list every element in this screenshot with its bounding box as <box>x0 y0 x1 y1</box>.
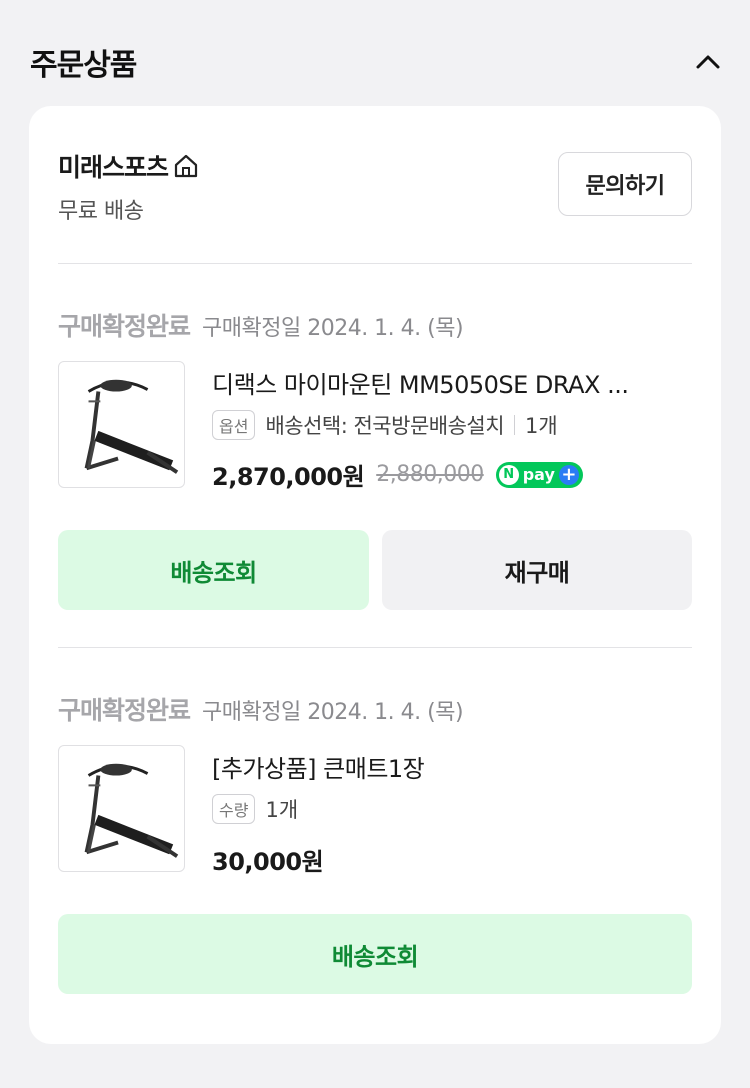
quantity: 1개 <box>525 414 558 438</box>
divider <box>58 647 692 648</box>
track-delivery-button[interactable]: 배송조회 <box>58 530 369 610</box>
order-status-row: 구매확정완료 구매확정일 2024. 1. 4. (목) <box>58 307 464 343</box>
npay-plus-icon: + <box>558 464 579 485</box>
order-status: 구매확정완료 <box>58 312 191 341</box>
price-row: 2,870,000원 2,880,000 N pay + <box>212 457 583 492</box>
original-price: 2,880,000 <box>376 462 484 487</box>
product-name[interactable]: [추가상품] 큰매트1장 <box>212 749 692 784</box>
section-title: 주문상품 <box>30 48 137 83</box>
npay-word: pay <box>522 465 555 484</box>
shipping-info: 무료 배송 <box>58 199 144 224</box>
chevron-up-icon <box>696 55 720 69</box>
option-text: 배송선택: 전국방문배송설치 <box>265 414 505 438</box>
home-icon[interactable] <box>173 153 199 179</box>
option-tag: 옵션 <box>212 410 256 440</box>
confirm-date: 구매확정일 2024. 1. 4. (목) <box>202 700 464 725</box>
order-status: 구매확정완료 <box>58 696 191 725</box>
npay-n-icon: N <box>498 464 519 485</box>
product-name[interactable]: 디랙스 마이마운틴 MM5050SE DRAX ... <box>212 365 692 400</box>
seller-row: 미래스포츠 <box>58 148 199 184</box>
quantity: 1개 <box>265 798 299 822</box>
inquiry-button[interactable]: 문의하기 <box>558 152 692 216</box>
option-row: 옵션 배송선택: 전국방문배송설치 1개 <box>212 410 558 440</box>
track-delivery-button[interactable]: 배송조회 <box>58 914 692 994</box>
product-thumbnail[interactable] <box>58 745 185 872</box>
option-tag: 수량 <box>212 794 256 824</box>
collapse-button[interactable] <box>690 44 726 80</box>
option-row: 수량 1개 <box>212 794 298 824</box>
price: 2,870,000원 <box>212 463 365 491</box>
divider <box>58 263 692 264</box>
option-separator <box>514 415 516 435</box>
order-products-header: 주문상품 <box>0 0 750 106</box>
order-card: 미래스포츠 무료 배송 문의하기 구매확정완료 구매확정일 2024. 1. 4… <box>29 106 721 1044</box>
seller-name[interactable]: 미래스포츠 <box>58 148 169 184</box>
price: 30,000원 <box>212 848 324 876</box>
npay-badge: N pay + <box>495 461 583 488</box>
rebuy-button[interactable]: 재구매 <box>382 530 692 610</box>
product-thumbnail[interactable] <box>58 361 185 488</box>
price-row: 30,000원 <box>212 842 324 877</box>
order-status-row: 구매확정완료 구매확정일 2024. 1. 4. (목) <box>58 691 464 727</box>
confirm-date: 구매확정일 2024. 1. 4. (목) <box>202 316 464 341</box>
